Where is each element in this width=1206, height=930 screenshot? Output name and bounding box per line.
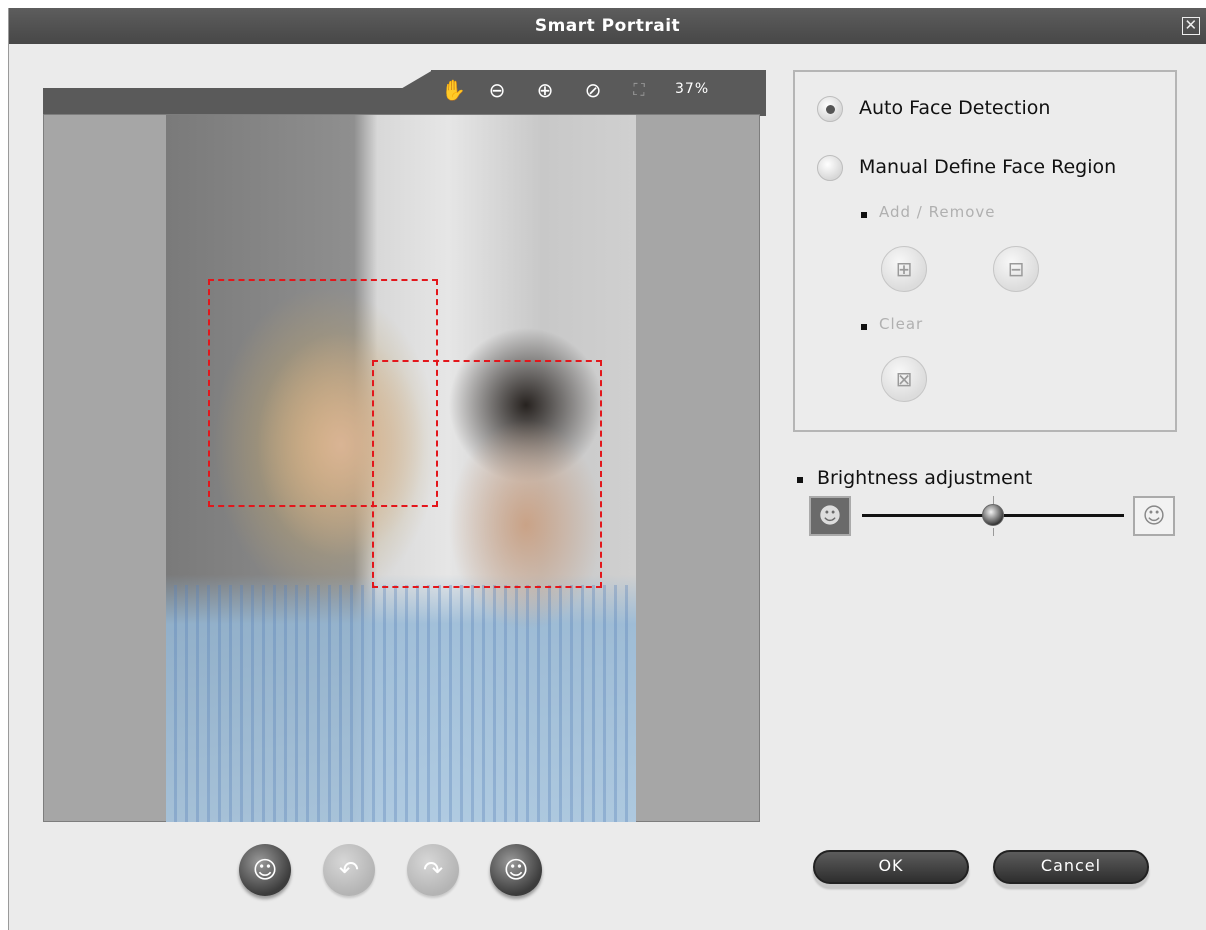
viewer-toolbar-edge	[399, 70, 433, 90]
brightness-slider-knob[interactable]	[982, 504, 1004, 526]
remove-region-icon: ⊟	[1007, 257, 1025, 281]
clear-region-icon: ⊠	[895, 367, 913, 391]
preview-face-button[interactable]: ☺	[490, 844, 542, 896]
redo-icon: ↷	[422, 856, 444, 884]
face-region-box[interactable]	[372, 360, 602, 588]
remove-face-region-button[interactable]: ⊟	[993, 246, 1039, 292]
detect-faces-icon: ☺	[252, 856, 278, 884]
brighter-face-icon[interactable]: ☺	[1133, 496, 1175, 536]
add-face-region-button[interactable]: ⊞	[881, 246, 927, 292]
auto-face-detection-label: Auto Face Detection	[859, 97, 1051, 119]
reset-icon[interactable]: ⊘	[581, 78, 605, 102]
manual-face-region-radio[interactable]	[817, 155, 843, 181]
redo-button[interactable]: ↷	[407, 844, 459, 896]
photo-shirt-texture	[166, 585, 636, 822]
zoom-level: 37%	[675, 81, 710, 97]
clear-face-regions-button[interactable]: ⊠	[881, 356, 927, 402]
zoom-out-icon[interactable]: ⊖	[485, 78, 509, 102]
bullet-icon	[797, 477, 803, 483]
ok-button[interactable]: OK	[813, 850, 969, 884]
image-viewer[interactable]	[43, 114, 760, 822]
detect-faces-button[interactable]: ☺	[239, 844, 291, 896]
bullet-icon	[861, 212, 867, 218]
zoom-in-icon[interactable]: ⊕	[533, 78, 557, 102]
dark-face-glyph: ☻	[818, 503, 842, 529]
smile-icon: ☺	[503, 856, 529, 884]
undo-icon: ↶	[338, 856, 360, 884]
hand-tool-icon[interactable]: ✋	[441, 78, 466, 102]
title-bar: Smart Portrait ✕	[9, 8, 1206, 44]
bullet-icon	[861, 324, 867, 330]
cancel-button[interactable]: Cancel	[993, 850, 1149, 884]
viewer-header-bar	[43, 88, 766, 116]
manual-face-region-label: Manual Define Face Region	[859, 156, 1117, 178]
clear-label: Clear	[879, 315, 924, 333]
radio-selected-dot	[826, 105, 835, 114]
darker-face-icon[interactable]: ☻	[809, 496, 851, 536]
close-icon[interactable]: ✕	[1182, 17, 1200, 35]
light-face-glyph: ☺	[1142, 503, 1166, 529]
fit-to-window-icon[interactable]: ⛶	[627, 78, 651, 102]
portrait-photo	[166, 115, 636, 822]
face-detection-panel: Auto Face Detection Manual Define Face R…	[793, 70, 1177, 432]
add-remove-label: Add / Remove	[879, 203, 996, 221]
slider-center-tick	[993, 496, 994, 504]
auto-face-detection-radio[interactable]	[817, 96, 843, 122]
window-title: Smart Portrait	[534, 16, 681, 36]
slider-center-tick	[993, 528, 994, 536]
add-region-icon: ⊞	[895, 257, 913, 281]
undo-button[interactable]: ↶	[323, 844, 375, 896]
smart-portrait-dialog: Smart Portrait ✕ ✋ ⊖ ⊕ ⊘ ⛶ 37% ☺ ↶ ↷ ☺ A…	[8, 8, 1206, 930]
brightness-label: Brightness adjustment	[817, 467, 1033, 489]
